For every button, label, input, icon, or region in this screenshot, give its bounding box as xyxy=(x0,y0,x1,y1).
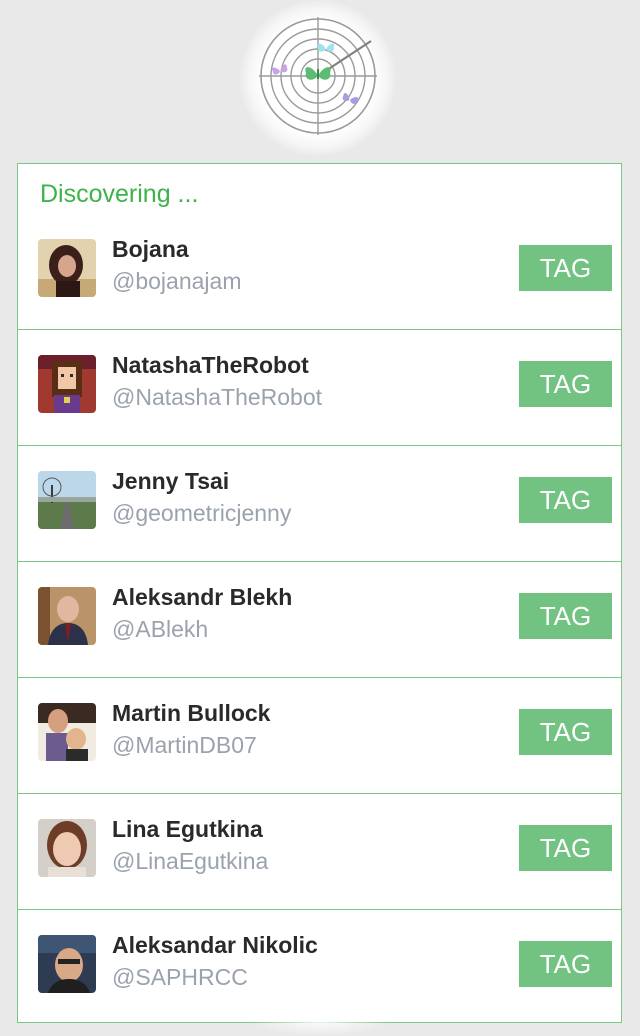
person-handle: @ABlekh xyxy=(112,616,209,642)
discovery-panel: Discovering ... Bojana @bojanajam TAG Na… xyxy=(17,163,622,1023)
person-name: Jenny Tsai xyxy=(112,468,230,494)
avatar xyxy=(38,587,96,645)
tag-button[interactable]: TAG xyxy=(519,825,612,871)
list-item: NatashaTheRobot @NatashaTheRobot TAG xyxy=(18,330,621,446)
list-item: Lina Egutkina @LinaEgutkina TAG xyxy=(18,794,621,910)
list-item: Bojana @bojanajam TAG xyxy=(18,214,621,330)
person-handle: @MartinDB07 xyxy=(112,732,257,758)
person-handle: @LinaEgutkina xyxy=(112,848,269,874)
person-handle: @geometricjenny xyxy=(112,500,292,526)
tag-button[interactable]: TAG xyxy=(519,245,612,291)
tag-button[interactable]: TAG xyxy=(519,709,612,755)
discovering-status: Discovering ... xyxy=(40,180,199,208)
avatar xyxy=(38,239,96,297)
person-handle: @NatashaTheRobot xyxy=(112,384,323,410)
list-item: Aleksandr Blekh @ABlekh TAG xyxy=(18,562,621,678)
bottom-glow xyxy=(250,1022,390,1036)
person-name: Lina Egutkina xyxy=(112,816,263,842)
avatar xyxy=(38,355,96,413)
list-item: Jenny Tsai @geometricjenny TAG xyxy=(18,446,621,562)
person-name: Martin Bullock xyxy=(112,700,271,726)
tag-button[interactable]: TAG xyxy=(519,477,612,523)
avatar xyxy=(38,819,96,877)
butterfly-icon xyxy=(305,67,331,80)
avatar xyxy=(38,471,96,529)
person-name: Bojana xyxy=(112,236,189,262)
radar-logo xyxy=(240,0,396,156)
tag-button[interactable]: TAG xyxy=(519,361,612,407)
tag-button[interactable]: TAG xyxy=(519,941,612,987)
avatar xyxy=(38,703,96,761)
person-name: NatashaTheRobot xyxy=(112,352,309,378)
tag-button[interactable]: TAG xyxy=(519,593,612,639)
radar-icon xyxy=(259,17,377,135)
list-item: Aleksandar Nikolic @SAPHRCC TAG xyxy=(18,910,621,1026)
person-handle: @SAPHRCC xyxy=(112,964,248,990)
list-item: Martin Bullock @MartinDB07 TAG xyxy=(18,678,621,794)
avatar xyxy=(38,935,96,993)
person-name: Aleksandr Blekh xyxy=(112,584,293,610)
person-name: Aleksandar Nikolic xyxy=(112,932,318,958)
person-handle: @bojanajam xyxy=(112,268,242,294)
